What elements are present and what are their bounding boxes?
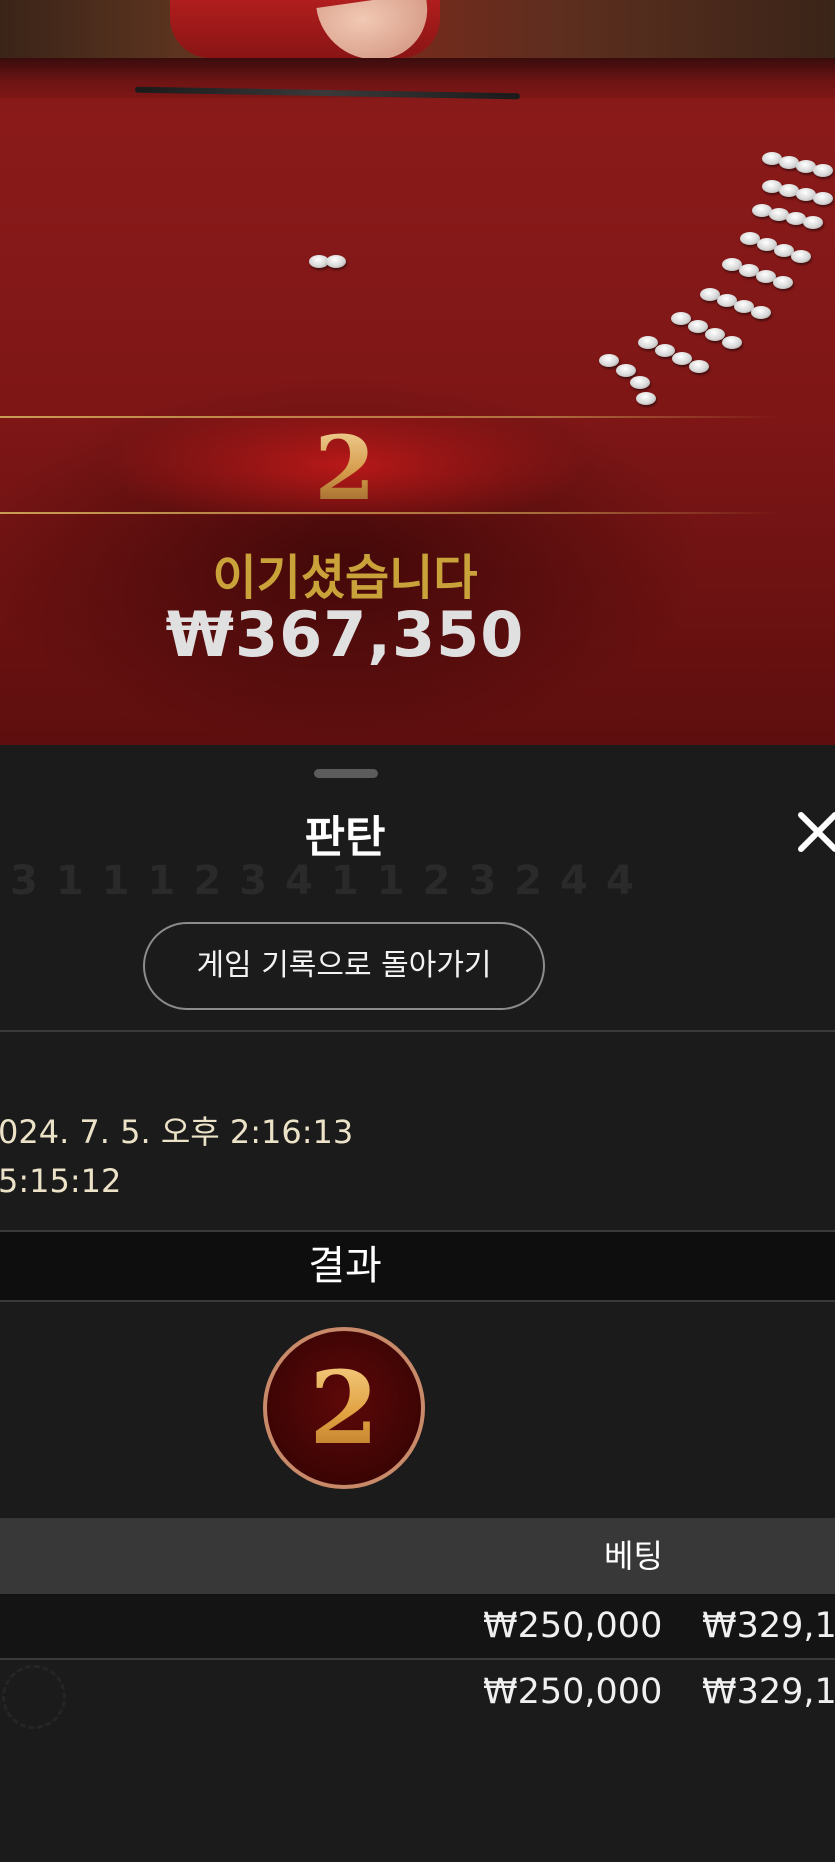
game-history-sheet: 판탄 3 1 1 1 2 3 4 1 1 2 3 2 4 4 게임 기록으로 돌… bbox=[0, 745, 835, 1862]
bead bbox=[616, 364, 636, 377]
bet-payout: ₩329,1( bbox=[702, 1672, 835, 1712]
roadmap-digit: 2 bbox=[422, 858, 451, 904]
roadmap-digit: 3 bbox=[468, 858, 497, 904]
roadmap-digit: 4 bbox=[285, 858, 313, 904]
roadmap-digit: 1 bbox=[101, 858, 130, 904]
close-icon bbox=[798, 812, 835, 852]
table-row: ₩250,000 ₩329,1( bbox=[0, 1660, 835, 1724]
roadmap-digit: 4 bbox=[560, 858, 588, 904]
result-badge: 2 bbox=[263, 1327, 425, 1489]
roadmap-digit: 3 bbox=[239, 858, 268, 904]
result-header-label: 결과 bbox=[308, 1243, 382, 1289]
bet-column-header: 베팅 bbox=[604, 1537, 663, 1575]
bet-payout: ₩329,1( bbox=[702, 1606, 835, 1646]
bet-amount: ₩250,000 bbox=[483, 1672, 663, 1712]
roadmap-digit: 1 bbox=[330, 858, 359, 904]
roadmap-digit: 2 bbox=[193, 858, 222, 904]
round-id: 5:15:12 bbox=[0, 1162, 122, 1200]
roadmap-digit: 2 bbox=[514, 858, 543, 904]
bead bbox=[722, 336, 742, 349]
game-video-area: 2 이기셨습니다 ₩367,350 bbox=[0, 0, 835, 745]
roadmap-digit: 3 bbox=[10, 858, 38, 904]
bead bbox=[689, 360, 709, 373]
table-row: ₩250,000 ₩329,1( bbox=[0, 1594, 835, 1660]
chip-icon bbox=[2, 1665, 66, 1729]
close-button[interactable] bbox=[795, 805, 835, 859]
back-to-game-history-button[interactable]: 게임 기록으로 돌아가기 bbox=[143, 922, 545, 1010]
bead bbox=[791, 250, 811, 263]
drag-handle[interactable] bbox=[314, 769, 378, 778]
win-amount: ₩367,350 bbox=[165, 598, 525, 671]
bet-amount: ₩250,000 bbox=[483, 1606, 663, 1646]
roadmap-digit: 1 bbox=[55, 858, 84, 904]
bet-table-header: 베팅 bbox=[0, 1518, 835, 1594]
roadmap-digit: 4 bbox=[605, 858, 634, 904]
bead bbox=[803, 216, 823, 229]
divider bbox=[0, 1030, 835, 1032]
bead bbox=[773, 276, 793, 289]
bead bbox=[326, 255, 346, 268]
sheet-title: 판탄 bbox=[304, 812, 386, 863]
round-datetime: 024. 7. 5. 오후 2:16:13 bbox=[0, 1113, 354, 1151]
bead bbox=[630, 376, 650, 389]
bead bbox=[599, 354, 619, 367]
bead bbox=[813, 192, 833, 205]
result-number: 2 bbox=[267, 1331, 421, 1485]
roadmap-digit: 1 bbox=[376, 858, 405, 904]
history-roadmap-faded: 3 1 1 1 2 3 4 1 1 2 3 2 4 4 bbox=[0, 858, 835, 908]
roadmap-digit: 1 bbox=[147, 858, 176, 904]
result-section-header: 결과 bbox=[0, 1230, 835, 1302]
bead bbox=[636, 392, 656, 405]
bead bbox=[813, 164, 833, 177]
bead bbox=[751, 306, 771, 319]
round-result-number: 2 bbox=[0, 418, 690, 518]
